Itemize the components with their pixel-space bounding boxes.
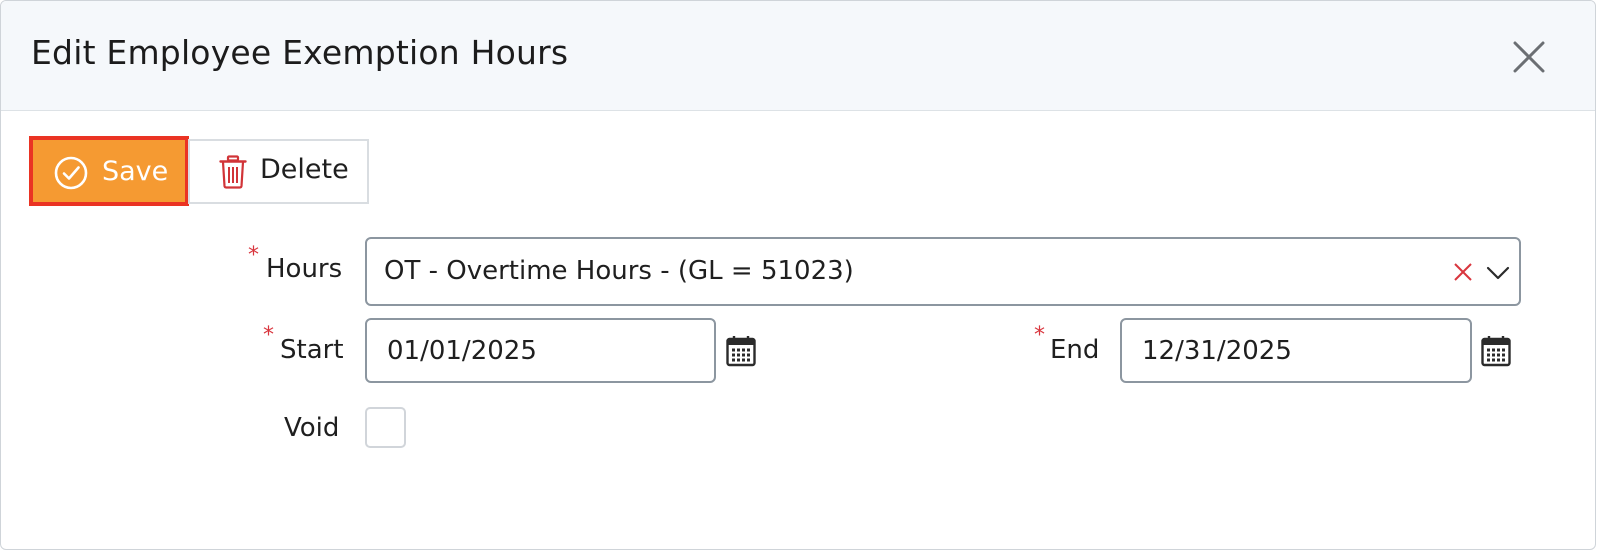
start-date-input[interactable] (365, 318, 716, 383)
void-checkbox[interactable] (365, 407, 406, 448)
delete-button-label: Delete (260, 154, 349, 185)
trash-icon (219, 155, 247, 189)
start-label: Start (280, 335, 344, 365)
end-date-input[interactable] (1120, 318, 1472, 383)
hours-select-value: OT - Overtime Hours - (GL = 51023) (384, 256, 854, 286)
void-label: Void (284, 413, 340, 443)
chevron-down-icon[interactable] (1486, 265, 1510, 281)
edit-exemption-hours-dialog: Edit Employee Exemption Hours Save Delet… (0, 0, 1596, 550)
end-required-mark: * (1034, 323, 1045, 348)
hours-label: Hours (266, 254, 343, 284)
delete-button[interactable]: Delete (188, 139, 369, 204)
calendar-icon[interactable] (1481, 335, 1511, 367)
calendar-icon[interactable] (726, 335, 756, 367)
close-icon (1513, 41, 1545, 73)
hours-required-mark: * (248, 243, 259, 268)
close-button[interactable] (1509, 37, 1549, 77)
end-label: End (1050, 335, 1100, 365)
check-circle-icon (54, 156, 88, 190)
dialog-title: Edit Employee Exemption Hours (31, 33, 569, 72)
start-required-mark: * (263, 323, 274, 348)
clear-x-icon[interactable] (1453, 262, 1473, 282)
save-button[interactable]: Save (29, 136, 189, 206)
dialog-header: Edit Employee Exemption Hours (1, 1, 1595, 111)
hours-select[interactable]: OT - Overtime Hours - (GL = 51023) (365, 237, 1521, 306)
save-button-label: Save (102, 156, 169, 187)
